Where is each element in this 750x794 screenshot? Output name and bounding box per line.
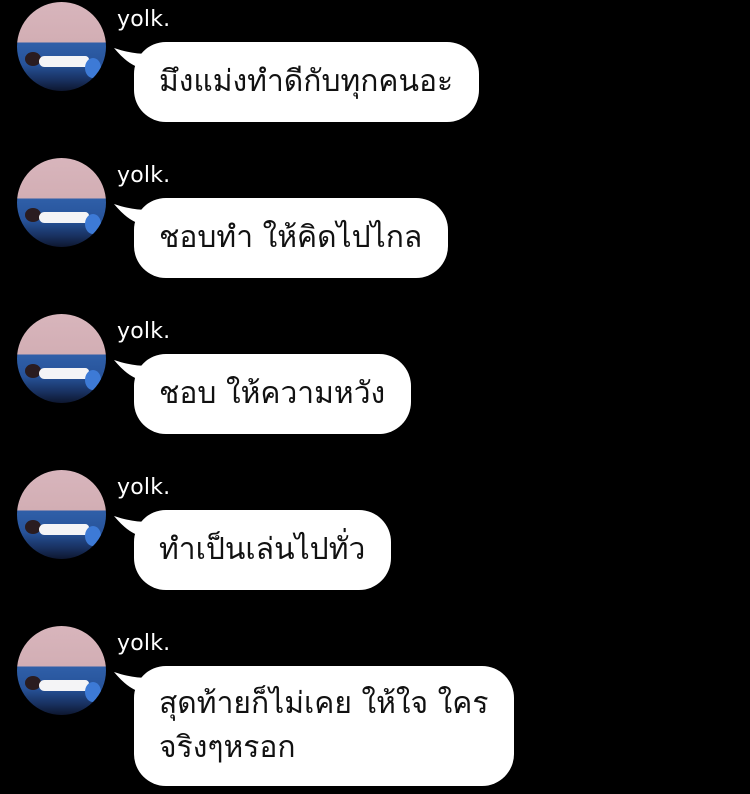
sender-avatar[interactable] — [17, 470, 106, 559]
sender-avatar[interactable] — [17, 158, 106, 247]
message-text-line-1: สุดท้ายก็ไม่เคย ให้ใจ ใคร — [159, 686, 489, 721]
message-text: ทำเป็นเล่นไปทั่ว — [159, 532, 366, 567]
message-bubble[interactable]: ชอบ ให้ความหวัง — [114, 354, 412, 434]
sender-avatar[interactable] — [17, 626, 106, 715]
sender-name: yolk. — [117, 163, 171, 188]
sender-name: yolk. — [117, 7, 171, 32]
sender-name: yolk. — [117, 631, 171, 656]
message-text-line-2: จริงๆหรอก — [159, 730, 296, 765]
message-bubble[interactable]: ทำเป็นเล่นไปทั่ว — [114, 510, 392, 590]
sender-name: yolk. — [117, 475, 171, 500]
bubble-tail — [114, 204, 148, 226]
message-text: ชอบทำ ให้คิดไปไกล — [159, 220, 423, 255]
message-text: ชอบ ให้ความหวัง — [159, 376, 386, 411]
message-text: มึงแม่งทำดีกับทุกคนอะ — [159, 64, 454, 99]
message-bubble[interactable]: ชอบทำ ให้คิดไปไกล — [114, 198, 449, 278]
bubble-tail — [114, 516, 148, 538]
bubble-tail — [114, 360, 148, 382]
bubble-tail — [114, 48, 148, 70]
sender-avatar[interactable] — [17, 314, 106, 403]
sender-avatar[interactable] — [17, 2, 106, 91]
sender-name: yolk. — [117, 319, 171, 344]
chat-thread: yolk. มึงแม่งทำดีกับทุกคนอะ yolk. ชอบทำ … — [0, 0, 750, 794]
bubble-tail — [114, 672, 148, 694]
message-bubble[interactable]: มึงแม่งทำดีกับทุกคนอะ — [114, 42, 480, 122]
message-bubble[interactable]: สุดท้ายก็ไม่เคย ให้ใจ ใคร จริงๆหรอก — [114, 666, 515, 786]
